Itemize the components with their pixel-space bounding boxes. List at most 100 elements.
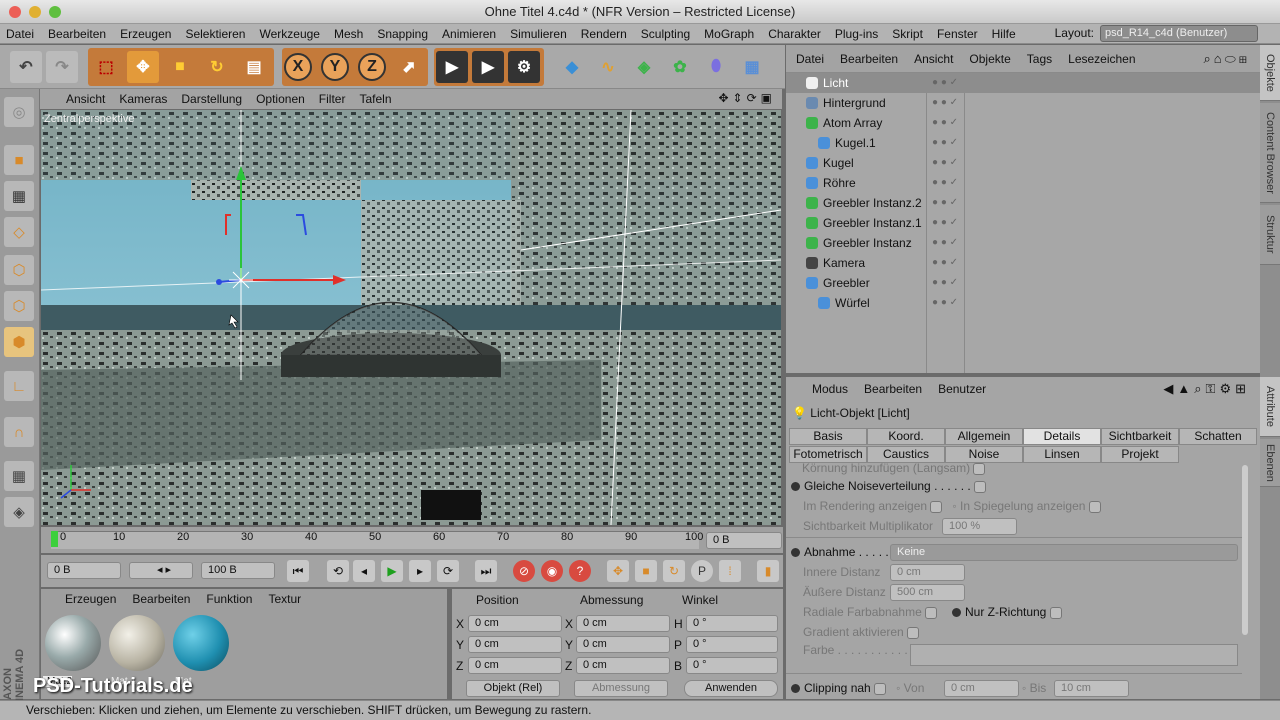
- workplane-icon[interactable]: ◇: [4, 217, 34, 247]
- object-row[interactable]: Licht ● ● ✓: [786, 73, 1260, 93]
- vtab-content-browser[interactable]: Content Browser: [1260, 103, 1280, 203]
- mat-menu-bearbeiten[interactable]: Bearbeiten: [132, 592, 190, 606]
- axis-mode-icon[interactable]: ∟: [4, 371, 34, 401]
- im-rendering-checkbox[interactable]: [930, 500, 943, 513]
- visibility-dots[interactable]: ● ● ✓: [932, 93, 958, 113]
- workplane-lock-icon[interactable]: ▦: [4, 461, 34, 491]
- tab-linsen[interactable]: Linsen: [1023, 446, 1101, 463]
- deformer-icon[interactable]: ⬮: [700, 51, 732, 83]
- vtab-objekte[interactable]: Objekte: [1260, 45, 1280, 101]
- pos-z-field[interactable]: 0 cm: [468, 657, 562, 674]
- in-spiegelung-checkbox[interactable]: [1088, 500, 1101, 513]
- object-row[interactable]: Kugel ● ● ✓: [786, 153, 1260, 173]
- keyframe-selection-icon[interactable]: ?: [569, 560, 591, 582]
- measure-mode-select[interactable]: Abmessung: [574, 680, 668, 697]
- tab-fotometrisch[interactable]: Fotometrisch: [789, 446, 867, 463]
- nah-von-field[interactable]: 0 cm: [944, 680, 1019, 697]
- vtab-ebenen[interactable]: Ebenen: [1260, 439, 1280, 487]
- clip-nah-checkbox[interactable]: [874, 682, 887, 695]
- menu-bearbeiten[interactable]: Bearbeiten: [48, 27, 106, 41]
- object-row[interactable]: Greebler Instanz.1 ● ● ✓: [786, 213, 1260, 233]
- goto-end-icon[interactable]: ⏭: [475, 560, 497, 582]
- model-mode-icon[interactable]: ■: [4, 145, 34, 175]
- menu-sculpting[interactable]: Sculpting: [641, 27, 690, 41]
- z-axis-lock-icon[interactable]: Z: [358, 53, 386, 81]
- record-keys-icon[interactable]: ⊘: [513, 560, 535, 582]
- nah-bis-field[interactable]: 10 cm: [1054, 680, 1129, 697]
- move-tool-icon[interactable]: ✥: [127, 51, 159, 83]
- minimize-window-button[interactable]: [29, 6, 41, 18]
- tab-schatten[interactable]: Schatten: [1179, 428, 1257, 445]
- menu-fenster[interactable]: Fenster: [937, 27, 978, 41]
- menu-simulieren[interactable]: Simulieren: [510, 27, 567, 41]
- visibility-dots[interactable]: ● ● ✓: [932, 133, 958, 153]
- vp-menu-ansicht[interactable]: Ansicht: [66, 92, 105, 106]
- selection-tool-icon[interactable]: ⬚: [90, 51, 122, 83]
- spline-icon[interactable]: ∿: [592, 51, 624, 83]
- apply-button[interactable]: Anwenden: [684, 680, 778, 697]
- recent-tools-icon[interactable]: ▤: [238, 51, 270, 83]
- current-frame-field[interactable]: 0 B: [706, 532, 782, 549]
- attr-nav-icons[interactable]: ◀▲⌕⚿⚙⊞: [1163, 381, 1250, 397]
- workplane-grid-icon[interactable]: ◈: [4, 497, 34, 527]
- polygons-mode-icon[interactable]: ⬢: [4, 327, 34, 357]
- vp-menu-filter[interactable]: Filter: [319, 92, 346, 106]
- visibility-dots[interactable]: ● ● ✓: [932, 193, 958, 213]
- render-settings-icon[interactable]: ⚙: [508, 51, 540, 83]
- object-row[interactable]: Hintergrund ● ● ✓: [786, 93, 1260, 113]
- texture-mode-icon[interactable]: ▦: [4, 181, 34, 211]
- subdivision-icon[interactable]: ◈: [628, 51, 660, 83]
- attr-scrollbar[interactable]: [1242, 465, 1248, 635]
- sicht-mult-field[interactable]: 100 %: [942, 518, 1017, 535]
- edges-mode-icon[interactable]: ⬡: [4, 291, 34, 321]
- close-window-button[interactable]: [9, 6, 21, 18]
- viewport-3d[interactable]: Zentralperspektive: [41, 110, 781, 525]
- vtab-attribute[interactable]: Attribute: [1260, 377, 1280, 437]
- mat-menu-textur[interactable]: Textur: [268, 592, 301, 606]
- object-row[interactable]: Kamera ● ● ✓: [786, 253, 1260, 273]
- render-picture-viewer-icon[interactable]: ▶: [472, 51, 504, 83]
- tab-basis[interactable]: Basis: [789, 428, 867, 445]
- nur-z-checkbox[interactable]: [1049, 606, 1062, 619]
- menu-animieren[interactable]: Animieren: [442, 27, 496, 41]
- array-icon[interactable]: ✿: [664, 51, 696, 83]
- layout-select[interactable]: psd_R14_c4d (Benutzer): [1100, 25, 1258, 42]
- vtab-struktur[interactable]: Struktur: [1260, 205, 1280, 265]
- start-frame-field[interactable]: 0 B: [47, 562, 121, 579]
- next-key-icon[interactable]: ⟳: [437, 560, 459, 582]
- undo-icon[interactable]: ↶: [10, 51, 42, 83]
- visibility-dots[interactable]: ● ● ✓: [932, 173, 958, 193]
- timeline-ruler[interactable]: 0 10 20 30 40 50 60 70 80 90 100 0 B: [41, 527, 783, 553]
- visibility-dots[interactable]: ● ● ✓: [932, 113, 958, 133]
- visibility-dots[interactable]: ● ● ✓: [932, 233, 958, 253]
- vp-menu-optionen[interactable]: Optionen: [256, 92, 305, 106]
- tab-caustics[interactable]: Caustics: [867, 446, 945, 463]
- key-position-icon[interactable]: ✥: [607, 560, 629, 582]
- vp-menu-darstellung[interactable]: Darstellung: [181, 92, 242, 106]
- tab-koord[interactable]: Koord.: [867, 428, 945, 445]
- snapping-magnet-icon[interactable]: ∩: [4, 417, 34, 447]
- redo-icon[interactable]: ↷: [46, 51, 78, 83]
- tab-details[interactable]: Details: [1023, 428, 1101, 445]
- menu-erzeugen[interactable]: Erzeugen: [120, 27, 171, 41]
- end-frame-field[interactable]: 100 B: [201, 562, 275, 579]
- angle-p-field[interactable]: 0 °: [686, 636, 778, 653]
- timeline-window-icon[interactable]: ▮: [757, 560, 779, 582]
- floor-icon[interactable]: ▦: [736, 51, 768, 83]
- obj-menu-objekte[interactable]: Objekte: [969, 52, 1010, 66]
- coord-mode-select[interactable]: Objekt (Rel): [466, 680, 560, 697]
- make-editable-icon[interactable]: ◎: [4, 97, 34, 127]
- menu-datei[interactable]: Datei: [6, 27, 34, 41]
- aeussere-field[interactable]: 500 cm: [890, 584, 965, 601]
- menu-mesh[interactable]: Mesh: [334, 27, 363, 41]
- coordinate-system-icon[interactable]: ⬈: [393, 51, 425, 83]
- object-row[interactable]: Greebler Instanz.2 ● ● ✓: [786, 193, 1260, 213]
- attr-menu-modus[interactable]: Modus: [812, 382, 848, 396]
- vp-menu-tafeln[interactable]: Tafeln: [359, 92, 391, 106]
- size-y-field[interactable]: 0 cm: [576, 636, 670, 653]
- key-parameter-icon[interactable]: P: [691, 560, 713, 582]
- menu-werkzeuge[interactable]: Werkzeuge: [259, 27, 319, 41]
- menu-skript[interactable]: Skript: [892, 27, 923, 41]
- angle-b-field[interactable]: 0 °: [686, 657, 778, 674]
- visibility-dots[interactable]: ● ● ✓: [932, 293, 958, 313]
